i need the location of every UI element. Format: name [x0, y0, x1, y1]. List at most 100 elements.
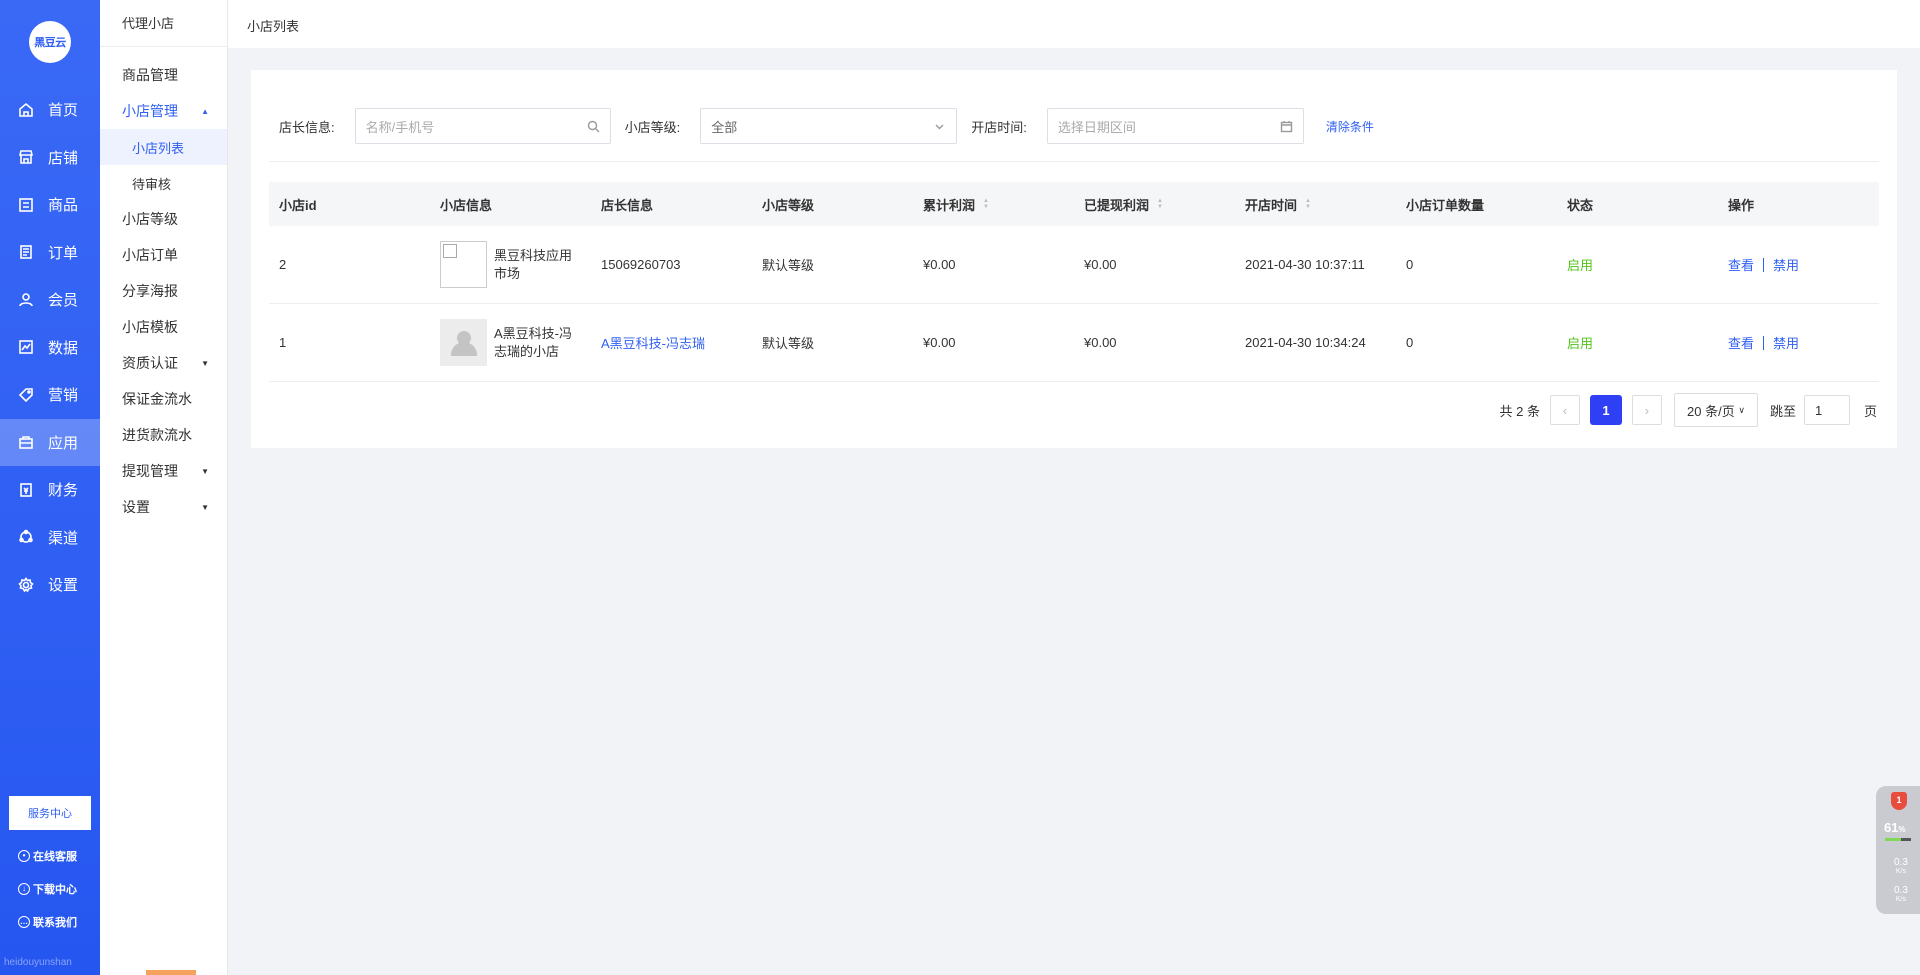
rail-item-finance[interactable]: 财务 — [0, 466, 100, 514]
prev-page-button[interactable]: ‹ — [1549, 395, 1580, 425]
caret-up-icon: ▲ — [201, 106, 209, 116]
col-header-shop: 小店信息 — [440, 197, 493, 213]
sidebar-item-template[interactable]: 小店模板 — [100, 309, 227, 345]
sidebar-item-label: 保证金流水 — [122, 391, 192, 407]
brand-logo[interactable]: 黑豆云 — [29, 21, 71, 63]
sidebar-item-pending[interactable]: 待审核 — [100, 165, 227, 201]
owner-search-placeholder: 名称/手机号 — [365, 119, 435, 135]
action-separator — [1763, 257, 1765, 272]
sidebar-item-label: 小店管理 — [122, 103, 178, 119]
time-filter-label: 开店时间: — [971, 119, 1027, 135]
jump-page-input[interactable]: 1 — [1803, 395, 1850, 425]
sidebar-item-shop-manage[interactable]: 小店管理 ▲ — [100, 93, 227, 129]
rail-item-goods[interactable]: 商品 — [0, 181, 100, 229]
sidebar-item-withdraw[interactable]: 提现管理 ▼ — [100, 453, 227, 489]
memory-bar — [1885, 838, 1911, 841]
rail-item-marketing[interactable]: 营销 — [0, 371, 100, 419]
disable-link[interactable]: 禁用 — [1773, 333, 1799, 352]
sidebar-item-goods[interactable]: 商品管理 — [100, 57, 227, 93]
filter-divider — [269, 161, 1879, 162]
col-header-withdrawn[interactable]: 已提现利润 ▲ ▼ — [1074, 195, 1235, 214]
sidebar-item-purchase[interactable]: 进货款流水 — [100, 417, 227, 453]
app-icon — [18, 434, 34, 450]
caret-down-icon: ▼ — [201, 466, 209, 476]
shop-avatar — [440, 319, 487, 366]
contact-us-label: 联系我们 — [33, 917, 77, 929]
online-support-link[interactable]: • 在线客服 — [18, 848, 77, 864]
sort-icon: ▲ ▼ — [1305, 198, 1311, 210]
image-placeholder-icon — [443, 244, 457, 258]
sidebar-item-orders[interactable]: 小店订单 — [100, 237, 227, 273]
sidebar-item-label: 小店模板 — [122, 319, 178, 335]
chart-icon — [18, 339, 34, 355]
status-badge: 启用 — [1567, 336, 1594, 351]
shield-icon: 1 — [1891, 792, 1907, 810]
contact-us-link[interactable]: … 联系我们 — [18, 914, 77, 930]
rail-item-store[interactable]: 店铺 — [0, 134, 100, 182]
date-range-picker[interactable]: 选择日期区间 — [1046, 108, 1304, 144]
owner-search-input[interactable]: 名称/手机号 — [354, 108, 611, 144]
cell-profit: ¥0.00 — [923, 335, 956, 350]
current-page-button[interactable]: 1 — [1589, 395, 1622, 425]
col-header-orders: 小店订单数量 — [1406, 197, 1485, 213]
rail-item-label: 会员 — [48, 292, 79, 310]
sidebar-item-shop-list[interactable]: 小店列表 — [100, 129, 227, 165]
table-row: 1 A黑豆科技-冯志瑞的小店 A黑豆科技-冯志瑞 默认等级 ¥0.00 ¥0.0… — [269, 304, 1879, 382]
next-page-button[interactable]: › — [1631, 395, 1662, 425]
rail-item-label: 设置 — [48, 577, 79, 595]
main-card: 店长信息: 名称/手机号 小店等级: 全部 开店时间: 选择日期区间 清除条件 … — [251, 70, 1897, 448]
download-center-link[interactable]: ↓ 下载中心 — [18, 881, 77, 897]
shop-thumbnail — [440, 241, 487, 288]
rail-item-label: 应用 — [48, 434, 79, 452]
chat-icon: • — [18, 850, 30, 862]
sidebar-item-deposit[interactable]: 保证金流水 — [100, 381, 227, 417]
disable-link[interactable]: 禁用 — [1773, 255, 1799, 274]
rail-item-app[interactable]: 应用 — [0, 418, 100, 466]
rail-item-settings[interactable]: 设置 — [0, 561, 100, 609]
finance-icon — [18, 482, 34, 498]
rail-item-data[interactable]: 数据 — [0, 324, 100, 372]
gear-icon — [18, 576, 34, 593]
page-suffix: 页 — [1863, 403, 1877, 419]
service-center-button[interactable]: 服务中心 — [9, 796, 91, 830]
rail-item-order[interactable]: 订单 — [0, 229, 100, 277]
owner-link[interactable]: A黑豆科技-冯志瑞 — [591, 333, 752, 352]
rail-item-home[interactable]: 首页 — [0, 86, 100, 134]
clear-filters-link[interactable]: 清除条件 — [1326, 118, 1374, 135]
col-header-label: 开店时间 — [1245, 197, 1298, 213]
view-link[interactable]: 查看 — [1728, 255, 1754, 274]
memory-percent-unit: % — [1898, 825, 1906, 834]
sidebar-item-level[interactable]: 小店等级 — [100, 201, 227, 237]
cell-owner: 15069260703 — [601, 257, 681, 272]
sidebar-item-label: 分享海报 — [122, 283, 178, 299]
sidebar-item-settings[interactable]: 设置 ▼ — [100, 489, 227, 525]
cell-level: 默认等级 — [762, 258, 815, 273]
download-icon: ↓ — [18, 883, 30, 895]
breadcrumb: 小店列表 — [247, 19, 300, 34]
page-size-select[interactable]: 20 条/页 ∨ — [1673, 393, 1758, 427]
view-link[interactable]: 查看 — [1728, 333, 1754, 352]
col-header-opened[interactable]: 开店时间 ▲ ▼ — [1235, 195, 1396, 214]
online-support-label: 在线客服 — [33, 851, 77, 863]
col-header-profit[interactable]: 累计利润 ▲ ▼ — [913, 195, 1074, 214]
contact-icon: … — [18, 916, 30, 928]
col-header-actions: 操作 — [1728, 197, 1755, 213]
system-monitor-widget[interactable]: 1 61% 0.3 K/s 0.3 K/s — [1876, 786, 1920, 914]
sidebar-item-poster[interactable]: 分享海报 — [100, 273, 227, 309]
cell-profit: ¥0.00 — [923, 257, 956, 272]
sidebar-item-qualification[interactable]: 资质认证 ▼ — [100, 345, 227, 381]
level-select-value: 全部 — [711, 119, 738, 135]
chevron-right-icon: › — [1644, 402, 1650, 418]
level-select[interactable]: 全部 — [700, 108, 958, 144]
bottom-indicator — [146, 970, 196, 975]
cell-orders: 0 — [1406, 257, 1414, 272]
memory-percent: 61% — [1884, 820, 1906, 835]
cell-opened: 2021-04-30 10:34:24 — [1245, 335, 1366, 350]
store-icon — [18, 149, 34, 165]
rail-item-member[interactable]: 会员 — [0, 276, 100, 324]
cell-actions: 查看 禁用 — [1718, 333, 1879, 352]
speed-unit: K/s — [1895, 868, 1907, 875]
caret-down-icon: ▼ — [201, 502, 209, 512]
col-header-owner: 店长信息 — [601, 197, 654, 213]
rail-item-channel[interactable]: 渠道 — [0, 514, 100, 562]
